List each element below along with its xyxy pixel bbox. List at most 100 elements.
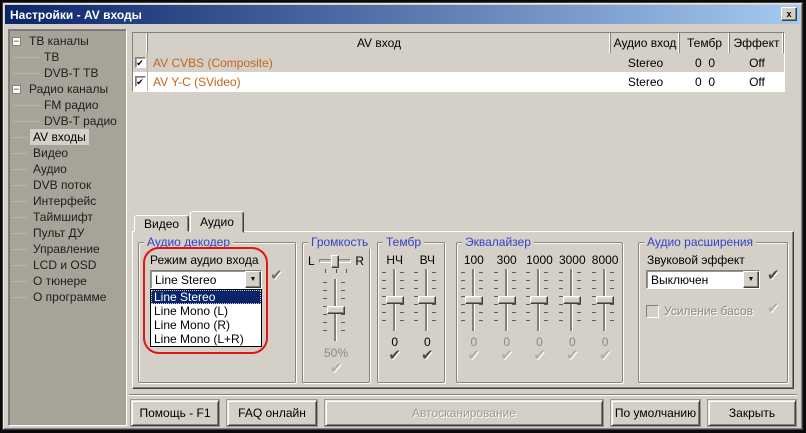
balance-thumb[interactable] bbox=[331, 255, 339, 268]
sidebar-item[interactable]: LCD и OSD bbox=[9, 257, 126, 273]
slider-band: 30000✔ bbox=[556, 253, 588, 365]
tree-collapse-icon[interactable]: − bbox=[12, 85, 21, 94]
header-checkbox-column[interactable] bbox=[133, 33, 148, 53]
tree-line bbox=[12, 105, 39, 106]
tembr-value: 0 0 bbox=[680, 56, 730, 70]
band-slider[interactable] bbox=[459, 269, 489, 331]
apply-check-icon: ✔ bbox=[533, 347, 546, 365]
combobox-value: Line Stereo bbox=[151, 271, 245, 288]
slider-thumb[interactable] bbox=[418, 296, 436, 304]
effect-value: Off bbox=[730, 56, 784, 70]
sidebar-item[interactable]: Пульт ДУ bbox=[9, 225, 126, 241]
slider-thumb[interactable] bbox=[465, 296, 483, 304]
sidebar-item[interactable]: −Радио каналы bbox=[9, 81, 126, 97]
apply-check-icon[interactable]: ✔ bbox=[767, 267, 780, 285]
balance-right-label: R bbox=[355, 254, 364, 268]
sidebar-item[interactable]: О программе bbox=[9, 289, 126, 305]
band-slider[interactable] bbox=[590, 269, 620, 331]
dropdown-item[interactable]: Line Mono (L+R) bbox=[151, 332, 261, 346]
band-label: 300 bbox=[497, 253, 517, 269]
slider-band: НЧ0✔ bbox=[379, 253, 411, 365]
sidebar-item[interactable]: FM радио bbox=[9, 97, 126, 113]
slider-thumb[interactable] bbox=[386, 296, 404, 304]
apply-check-icon[interactable]: ✔ bbox=[421, 347, 434, 365]
slider-thumb[interactable] bbox=[530, 296, 548, 304]
sidebar-item[interactable]: ТВ bbox=[9, 49, 126, 65]
sidebar-item[interactable]: Управление bbox=[9, 241, 126, 257]
tree-line bbox=[12, 153, 28, 154]
window-title: Настройки - AV входы bbox=[10, 8, 142, 22]
volume-slider[interactable] bbox=[321, 279, 351, 341]
sidebar-item-label: AV входы bbox=[30, 129, 89, 145]
sidebar-item[interactable]: DVB поток bbox=[9, 177, 126, 193]
band-slider[interactable] bbox=[412, 269, 442, 331]
band-value: 0 bbox=[602, 331, 609, 347]
audio-tab-panel: Аудио декодер Режим аудио входа Line Ste… bbox=[132, 231, 794, 389]
footer-button[interactable]: FAQ онлайн bbox=[227, 400, 317, 426]
sidebar-item-label: LCD и OSD bbox=[30, 257, 99, 273]
group-equalizer: Эквалайзер 1000✔3000✔10000✔30000✔80000✔ bbox=[456, 242, 623, 383]
slider-thumb[interactable] bbox=[596, 296, 614, 304]
volume-thumb[interactable] bbox=[327, 306, 345, 314]
chevron-down-icon[interactable]: ▼ bbox=[743, 271, 759, 288]
sidebar-item-label: DVB-T радио bbox=[41, 113, 120, 129]
band-slider[interactable] bbox=[524, 269, 554, 331]
sidebar-item[interactable]: О тюнере bbox=[9, 273, 126, 289]
balance-ticks bbox=[325, 269, 347, 273]
row-checkbox-cell: ✔ bbox=[133, 72, 148, 91]
column-header[interactable]: Эффект bbox=[730, 33, 784, 53]
table-row[interactable]: ✔AV Y-C (SVideo)Stereo0 0Off bbox=[133, 72, 784, 91]
volume-value: 50% bbox=[303, 346, 369, 360]
tree-line bbox=[12, 265, 28, 266]
tree-collapse-icon[interactable]: − bbox=[12, 37, 21, 46]
group-title: Аудио расширения bbox=[644, 235, 756, 249]
footer-button[interactable]: Закрыть bbox=[708, 400, 796, 426]
sidebar-item[interactable]: DVB-T радио bbox=[9, 113, 126, 129]
audio-input-mode-combobox[interactable]: Line Stereo ▼ bbox=[150, 270, 262, 289]
sidebar-item[interactable]: Аудио bbox=[9, 161, 126, 177]
band-value: 0 bbox=[503, 331, 510, 347]
checkbox-icon[interactable]: ✔ bbox=[135, 57, 146, 68]
slider-band: ВЧ0✔ bbox=[411, 253, 443, 365]
footer-button[interactable]: Помощь - F1 bbox=[131, 400, 219, 426]
tab[interactable]: Видео bbox=[134, 215, 189, 232]
chevron-down-icon[interactable]: ▼ bbox=[245, 271, 261, 288]
tree-line bbox=[12, 217, 28, 218]
sidebar-item-label: Видео bbox=[30, 145, 71, 161]
tab[interactable]: Аудио bbox=[190, 211, 244, 233]
sidebar-item[interactable]: DVB-T ТВ bbox=[9, 65, 126, 81]
checkbox-icon[interactable]: ✔ bbox=[135, 76, 146, 87]
sidebar-item[interactable]: −ТВ каналы bbox=[9, 33, 126, 49]
sidebar-item[interactable]: Интерфейс bbox=[9, 193, 126, 209]
band-slider[interactable] bbox=[492, 269, 522, 331]
dropdown-item[interactable]: Line Mono (L) bbox=[151, 304, 261, 318]
sidebar-item-label: Пульт ДУ bbox=[30, 225, 87, 241]
sidebar-item[interactable]: AV входы bbox=[9, 129, 126, 145]
tone-bands: НЧ0✔ВЧ0✔ bbox=[378, 243, 444, 365]
apply-check-icon: ✔ bbox=[468, 347, 481, 365]
sidebar-item[interactable]: Видео bbox=[9, 145, 126, 161]
column-header[interactable]: Аудио вход bbox=[611, 33, 680, 53]
band-slider[interactable] bbox=[557, 269, 587, 331]
balance-track[interactable] bbox=[319, 259, 352, 263]
apply-check-icon[interactable]: ✔ bbox=[388, 347, 401, 365]
audio-input-mode-label: Режим аудио входа bbox=[150, 253, 259, 267]
slider-band: 10000✔ bbox=[523, 253, 555, 365]
balance-slider[interactable]: L R bbox=[303, 253, 369, 269]
slider-thumb[interactable] bbox=[563, 296, 581, 304]
band-value: 0 bbox=[470, 331, 477, 347]
dropdown-item[interactable]: Line Stereo bbox=[151, 290, 261, 304]
sound-effect-combobox[interactable]: Выключен ▼ bbox=[646, 270, 760, 289]
apply-check-icon[interactable]: ✔ bbox=[270, 267, 283, 285]
column-header[interactable]: Тембр bbox=[680, 33, 730, 53]
tree-line bbox=[12, 297, 28, 298]
footer-button[interactable]: По умолчанию bbox=[611, 400, 700, 426]
band-slider[interactable] bbox=[380, 269, 410, 331]
dropdown-item[interactable]: Line Mono (R) bbox=[151, 318, 261, 332]
slider-thumb[interactable] bbox=[498, 296, 516, 304]
sidebar-item[interactable]: Таймшифт bbox=[9, 209, 126, 225]
close-icon[interactable]: x bbox=[781, 7, 797, 21]
column-header[interactable]: AV вход bbox=[148, 33, 611, 53]
table-row[interactable]: ✔AV CVBS (Composite)Stereo0 0Off bbox=[133, 53, 784, 72]
tree-line bbox=[12, 137, 28, 138]
